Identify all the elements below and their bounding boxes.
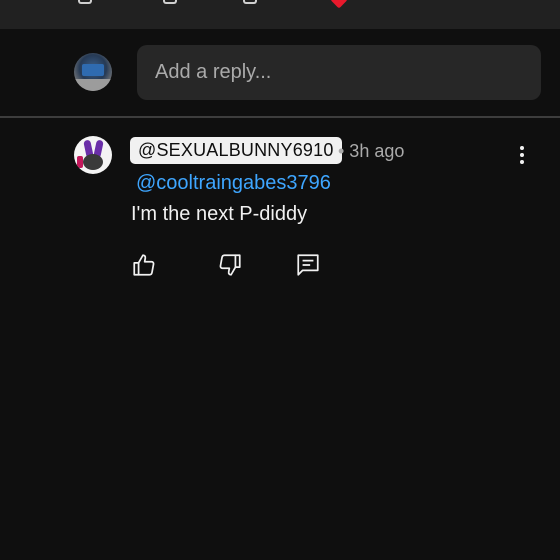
comment-author[interactable]: @SEXUALBUNNY6910 [130,137,342,164]
comment-text: I'm the next P-diddy [131,203,308,225]
reply-button[interactable] [295,252,321,278]
thumbs-down-icon [219,254,241,276]
like-button[interactable] [131,252,157,278]
commenter-avatar[interactable] [74,136,112,174]
dislike-button[interactable] [217,252,243,278]
heart-icon [330,0,348,9]
divider [0,116,560,118]
previous-comment-actions-bar [0,0,560,29]
comment-timestamp: • 3h ago [338,141,405,161]
thumbs-down-icon[interactable] [163,0,177,4]
avatar[interactable] [74,53,112,91]
reply-input[interactable]: Add a reply... [137,45,541,100]
more-options-icon[interactable] [512,144,532,166]
reply-icon[interactable] [243,0,257,4]
thumbs-up-icon [133,254,155,276]
thumbs-up-icon[interactable] [78,0,92,4]
mention-link[interactable]: @cooltraingabes3796 [136,172,331,195]
comment-icon [297,254,319,276]
